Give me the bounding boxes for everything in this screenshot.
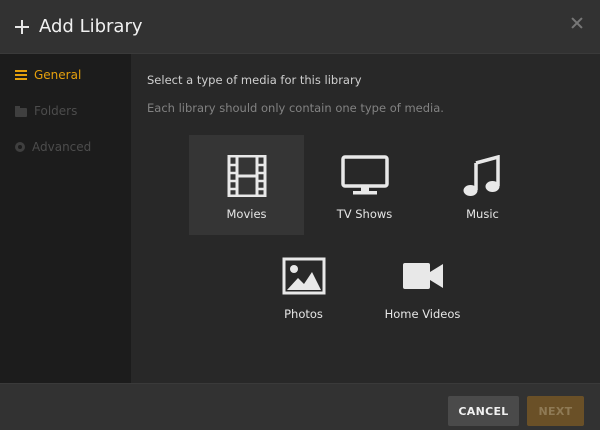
list-icon	[15, 70, 27, 80]
add-library-dialog: Add Library General Folders Advanced Sel…	[0, 0, 600, 430]
next-button[interactable]: NEXT	[527, 396, 584, 426]
sidebar-item-general[interactable]: General	[0, 57, 131, 93]
media-type-label: Music	[466, 207, 499, 221]
media-type-label: Photos	[284, 307, 323, 321]
sidebar-item-advanced[interactable]: Advanced	[0, 129, 131, 165]
dialog-title: Add Library	[39, 16, 143, 37]
dialog-header: Add Library	[0, 0, 600, 54]
media-type-photos[interactable]: Photos	[246, 235, 361, 335]
media-type-label: Home Videos	[384, 307, 461, 321]
media-type-music[interactable]: Music	[425, 135, 540, 235]
close-icon[interactable]	[570, 16, 584, 30]
media-type-hint: Each library should only contain one typ…	[147, 101, 444, 115]
media-type-label: TV Shows	[336, 207, 393, 221]
dialog-footer: CANCEL NEXT	[0, 383, 600, 430]
sidebar-item-label: Folders	[34, 104, 78, 118]
media-type-prompt: Select a type of media for this library	[147, 73, 362, 87]
sidebar-item-label: Advanced	[32, 140, 92, 154]
media-type-movies[interactable]: Movies	[189, 135, 304, 235]
media-type-home-videos[interactable]: Home Videos	[365, 235, 480, 335]
sidebar: General Folders Advanced	[0, 54, 131, 383]
folder-icon	[15, 105, 27, 117]
sidebar-item-label: General	[34, 68, 82, 82]
film-icon	[227, 155, 266, 197]
media-type-tv-shows[interactable]: TV Shows	[307, 135, 422, 235]
cancel-button[interactable]: CANCEL	[448, 396, 519, 426]
media-type-label: Movies	[226, 207, 267, 221]
tv-icon	[340, 155, 389, 195]
plus-icon	[15, 19, 29, 34]
photo-icon	[282, 257, 325, 295]
video-camera-icon	[402, 263, 443, 289]
gear-icon	[15, 142, 25, 152]
main-panel: Select a type of media for this library …	[131, 54, 600, 383]
sidebar-item-folders[interactable]: Folders	[0, 93, 131, 129]
music-note-icon	[463, 155, 500, 196]
